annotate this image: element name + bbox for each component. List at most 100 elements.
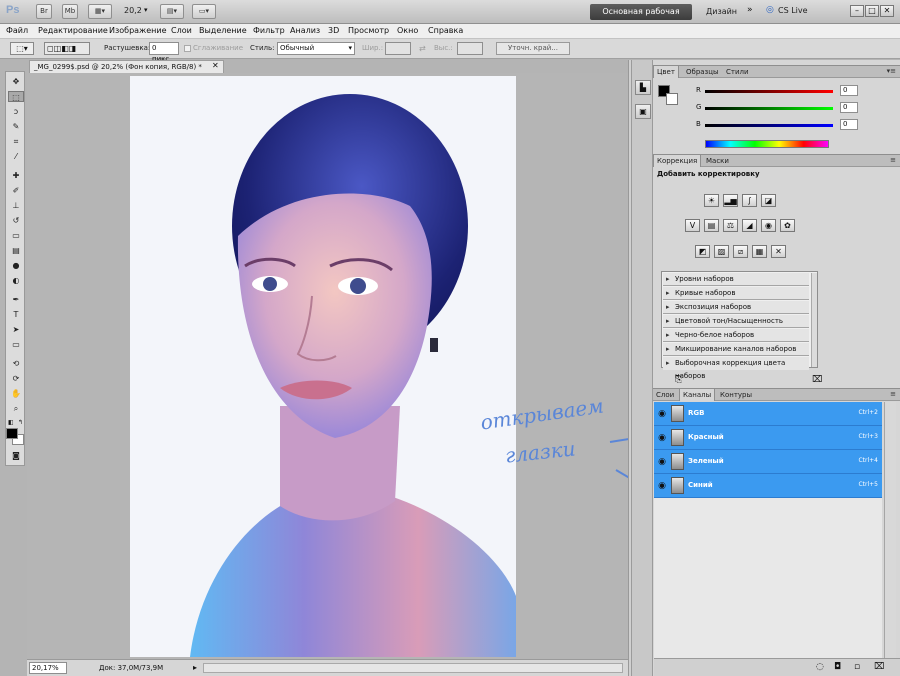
view-extras-button[interactable]: ▦▾ [88, 4, 112, 19]
healing-brush-tool-icon[interactable]: ✚ [8, 170, 24, 181]
type-tool-icon[interactable]: T [8, 309, 24, 320]
red-slider[interactable] [705, 90, 833, 93]
quick-mask-icon[interactable]: ◙ [8, 450, 24, 461]
close-icon[interactable]: ✕ [880, 5, 894, 17]
background-swatch[interactable] [666, 93, 678, 105]
channel-row-rgb[interactable]: ◉ RGB Ctrl+2 [654, 402, 882, 426]
height-input[interactable] [457, 42, 483, 55]
green-slider[interactable] [705, 107, 833, 110]
green-value[interactable]: 0 [840, 102, 858, 113]
menu-select[interactable]: Выделение [199, 26, 247, 35]
blur-tool-icon[interactable]: ● [8, 260, 24, 271]
channel-row-green[interactable]: ◉ Зеленый Ctrl+4 [654, 450, 882, 474]
eye-icon[interactable]: ◉ [657, 409, 667, 419]
menu-file[interactable]: Файл [6, 26, 28, 35]
hand-tool-icon[interactable]: ✋ [8, 388, 24, 399]
refine-edge-button[interactable]: Уточн. край... [496, 42, 570, 55]
invert-icon[interactable]: ◩ [695, 245, 710, 258]
curves-icon[interactable]: ∫ [742, 194, 757, 207]
black-white-icon[interactable]: ◢ [742, 219, 757, 232]
document-image[interactable] [130, 76, 516, 657]
new-channel-icon[interactable]: ▫ [854, 662, 860, 672]
preset-curves[interactable]: ▸ Кривые наборов [663, 287, 809, 300]
document-tab[interactable]: _MG_0299$.psd @ 20,2% (Фон копия, RGB/8)… [29, 60, 224, 73]
menu-layers[interactable]: Слои [171, 26, 192, 35]
eyedropper-tool-icon[interactable]: ⁄ [8, 151, 24, 162]
blue-slider[interactable] [705, 124, 833, 127]
menu-edit[interactable]: Редактирование [38, 26, 108, 35]
channel-mixer-icon[interactable]: ✿ [780, 219, 795, 232]
menu-filter[interactable]: Фильтр [253, 26, 285, 35]
load-selection-icon[interactable]: ◌ [816, 662, 824, 672]
3d-rotate-tool-icon[interactable]: ⟲ [8, 358, 24, 369]
menu-image[interactable]: Изображение [109, 26, 167, 35]
path-selection-tool-icon[interactable]: ➤ [8, 324, 24, 335]
tab-masks[interactable]: Маски [703, 155, 732, 167]
preset-exposure[interactable]: ▸ Экспозиция наборов [663, 301, 809, 314]
posterize-icon[interactable]: ▨ [714, 245, 729, 258]
preset-channel-mixer[interactable]: ▸ Микширование каналов наборов [663, 343, 809, 356]
swap-colors-icon[interactable]: ↰ [18, 419, 23, 426]
maximize-icon[interactable]: □ [865, 5, 879, 17]
tab-adjustments[interactable]: Коррекция [653, 155, 702, 167]
style-select[interactable]: Обычный ▾ [277, 42, 355, 55]
save-selection-icon[interactable]: ◘ [834, 662, 841, 672]
move-tool-icon[interactable]: ✥ [8, 76, 24, 87]
brush-tool-icon[interactable]: ✐ [8, 185, 24, 196]
feather-input[interactable]: 0 пикс. [149, 42, 179, 63]
history-brush-tool-icon[interactable]: ↺ [8, 215, 24, 226]
close-document-icon[interactable]: ✕ [212, 61, 219, 70]
eye-icon[interactable]: ◉ [657, 481, 667, 491]
bridge-button[interactable]: Br [36, 4, 52, 19]
channel-row-red[interactable]: ◉ Красный Ctrl+3 [654, 426, 882, 450]
status-menu-icon[interactable]: ▸ [193, 663, 197, 672]
presets-scrollbar[interactable] [811, 273, 817, 367]
crop-tool-icon[interactable]: ⌗ [8, 136, 24, 147]
arrange-documents-button[interactable]: ▤▾ [160, 4, 184, 19]
design-workspace-link[interactable]: Дизайн [706, 7, 737, 16]
exposure-icon[interactable]: ◪ [761, 194, 776, 207]
red-value[interactable]: 0 [840, 85, 858, 96]
gradient-map-icon[interactable]: ▦ [752, 245, 767, 258]
panel-menu-icon[interactable]: ≡ [890, 390, 896, 398]
tab-layers[interactable]: Слои [653, 389, 677, 401]
preset-black-white[interactable]: ▸ Черно-белое наборов [663, 329, 809, 342]
color-balance-icon[interactable]: ⚖ [723, 219, 738, 232]
photo-filter-icon[interactable]: ◉ [761, 219, 776, 232]
threshold-icon[interactable]: ⧄ [733, 245, 748, 258]
screen-mode-button[interactable]: ▭▾ [192, 4, 216, 19]
panel-menu-icon[interactable]: ≡ [890, 156, 896, 164]
eye-icon[interactable]: ◉ [657, 433, 667, 443]
tab-channels[interactable]: Каналы [679, 389, 716, 401]
marquee-tool-icon[interactable]: ⬚ [8, 91, 24, 102]
rectangle-tool-icon[interactable]: ▭ [8, 339, 24, 350]
swap-icon[interactable]: ⇄ [419, 44, 426, 53]
antialias-checkbox[interactable] [184, 45, 191, 52]
preset-selective-color[interactable]: ▸ Выборочная коррекция цвета наборов [663, 357, 809, 380]
cslive-button[interactable]: CS Live [778, 6, 808, 15]
status-zoom-field[interactable]: 20,17% [29, 662, 67, 674]
eye-icon[interactable]: ◉ [657, 457, 667, 467]
zoom-dropdown-icon[interactable]: ▾ [144, 6, 148, 14]
selection-mode-icons[interactable]: ◻◫◧◨ [44, 42, 90, 55]
tab-paths[interactable]: Контуры [717, 389, 755, 401]
brightness-contrast-icon[interactable]: ☀ [704, 194, 719, 207]
width-input[interactable] [385, 42, 411, 55]
dodge-tool-icon[interactable]: ◐ [8, 275, 24, 286]
channels-scrollbar[interactable] [884, 402, 896, 658]
color-ramp[interactable] [705, 140, 829, 148]
horizontal-scrollbar[interactable] [203, 663, 623, 673]
tool-preset-picker[interactable]: ⬚▾ [10, 42, 34, 55]
menu-view[interactable]: Просмотр [348, 26, 389, 35]
default-colors-icon[interactable]: ◧ [8, 419, 14, 426]
workspace-more-icon[interactable]: » [747, 5, 753, 15]
3d-orbit-tool-icon[interactable]: ⟳ [8, 373, 24, 384]
menu-window[interactable]: Окно [397, 26, 418, 35]
gradient-tool-icon[interactable]: ▤ [8, 245, 24, 256]
lasso-tool-icon[interactable]: ↄ [8, 106, 24, 117]
panel-menu-icon[interactable]: ▾≡ [887, 67, 896, 75]
vibrance-icon[interactable]: V [685, 219, 700, 232]
pen-tool-icon[interactable]: ✒ [8, 294, 24, 305]
navigator-icon[interactable]: ▣ [635, 104, 651, 119]
clone-stamp-tool-icon[interactable]: ⊥ [8, 200, 24, 211]
